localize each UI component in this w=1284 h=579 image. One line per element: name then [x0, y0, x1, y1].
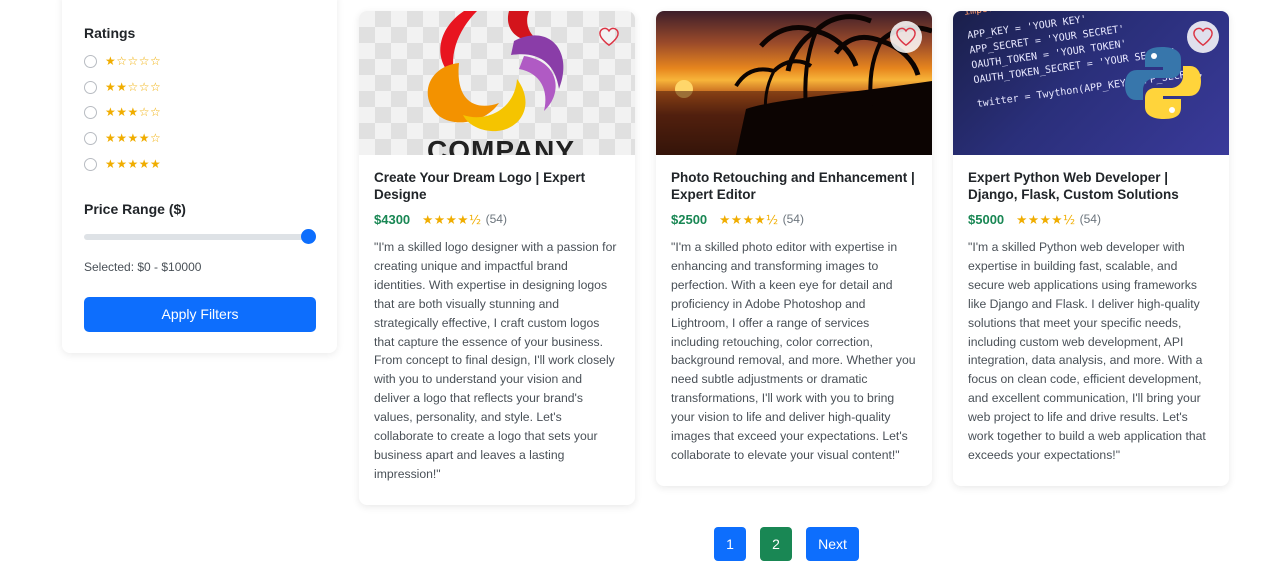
- selected-range-text: Selected: $0 - $10000: [84, 260, 202, 274]
- logo-thumbnail[interactable]: COMPANY: [359, 11, 635, 155]
- radio-button[interactable]: [84, 105, 97, 119]
- company-wordmark: COMPANY: [427, 135, 576, 155]
- service-card[interactable]: import time APP_KEY = 'YOUR KEY' APP_SEC…: [953, 11, 1229, 486]
- card-title[interactable]: Expert Python Web Developer | Django, Fl…: [968, 169, 1214, 203]
- rating-option-4[interactable]: ★★★★☆: [84, 130, 161, 146]
- favorite-button[interactable]: [890, 21, 922, 53]
- rating-stars: ★★★★½: [1016, 211, 1076, 227]
- favorite-button[interactable]: [593, 21, 625, 53]
- price-slider-track[interactable]: [84, 234, 316, 240]
- page-1-button[interactable]: 1: [714, 527, 746, 561]
- review-count: (54): [1079, 212, 1101, 226]
- radio-button[interactable]: [84, 80, 97, 94]
- radio-button[interactable]: [84, 54, 97, 68]
- ratings-title: Ratings: [84, 25, 136, 41]
- rating-option-2[interactable]: ★★☆☆☆: [84, 79, 161, 95]
- next-page-button[interactable]: Next: [806, 527, 859, 561]
- review-count: (54): [782, 212, 804, 226]
- card-description: "I'm a skilled Python web developer with…: [968, 240, 1206, 462]
- sunset-thumbnail[interactable]: [656, 11, 932, 155]
- price: $2500: [671, 211, 708, 227]
- card-title[interactable]: Photo Retouching and Enhancement | Exper…: [671, 169, 917, 203]
- rating-stars: ★☆☆☆☆: [105, 54, 162, 68]
- python-logo-icon: [1125, 47, 1201, 119]
- rating-stars: ★★★★½: [719, 211, 779, 227]
- rating-stars: ★★★☆☆: [105, 105, 162, 119]
- favorite-button[interactable]: [1187, 21, 1219, 53]
- heart-icon: [1193, 27, 1213, 47]
- card-description: "I'm a skilled photo editor with experti…: [671, 240, 916, 462]
- service-card[interactable]: COMPANY Create Your Dream Logo | Expert …: [359, 11, 635, 505]
- review-count: (54): [485, 212, 507, 226]
- price-range-title: Price Range ($): [84, 201, 186, 217]
- heart-icon: [599, 27, 619, 47]
- price-slider-thumb[interactable]: [301, 229, 316, 244]
- radio-button[interactable]: [84, 157, 97, 171]
- card-description: "I'm a skilled logo designer with a pass…: [374, 240, 617, 481]
- rating-stars: ★★★★☆: [105, 131, 162, 145]
- filter-panel: Ratings ★☆☆☆☆ ★★☆☆☆ ★★★☆☆ ★★★★☆ ★★★★★ Pr…: [62, 0, 337, 353]
- price: $4300: [374, 211, 411, 227]
- rating-option-1[interactable]: ★☆☆☆☆: [84, 53, 161, 69]
- radio-button[interactable]: [84, 131, 97, 145]
- price: $5000: [968, 211, 1005, 227]
- rating-stars: ★★☆☆☆: [105, 80, 162, 94]
- heart-icon: [896, 27, 916, 47]
- card-title[interactable]: Create Your Dream Logo | Expert Designe: [374, 169, 620, 203]
- rating-option-3[interactable]: ★★★☆☆: [84, 104, 161, 120]
- rating-stars: ★★★★★: [105, 157, 162, 171]
- python-code-thumbnail[interactable]: import time APP_KEY = 'YOUR KEY' APP_SEC…: [953, 11, 1229, 155]
- rating-stars: ★★★★½: [422, 211, 482, 227]
- rating-option-5[interactable]: ★★★★★: [84, 156, 161, 172]
- apply-filters-button[interactable]: Apply Filters: [84, 297, 316, 332]
- service-card[interactable]: Photo Retouching and Enhancement | Exper…: [656, 11, 932, 486]
- page-2-button[interactable]: 2: [760, 527, 792, 561]
